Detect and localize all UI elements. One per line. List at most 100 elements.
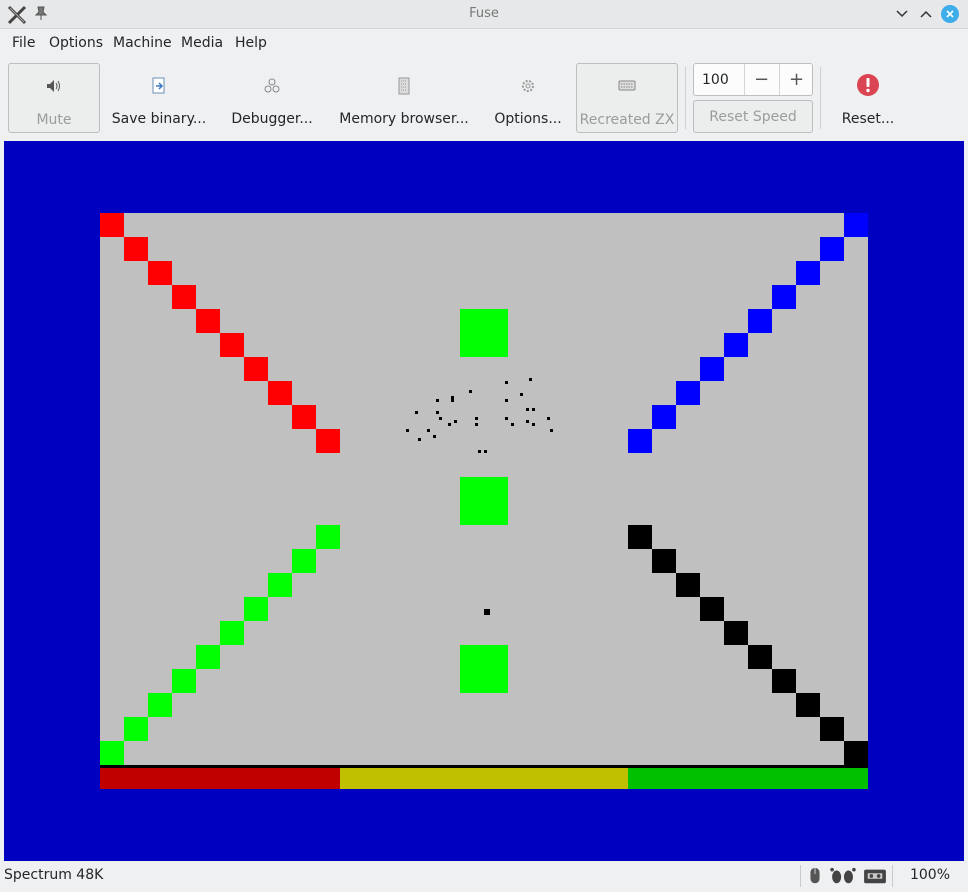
save-binary-label: Save binary... bbox=[111, 111, 207, 127]
blue-diagonal-block bbox=[844, 213, 868, 237]
particle-dot bbox=[526, 408, 529, 411]
debugger-button[interactable]: Debugger... bbox=[228, 63, 316, 133]
particle-dot bbox=[475, 417, 478, 420]
energy-bar-yellow bbox=[340, 768, 628, 789]
chevron-down-icon bbox=[896, 10, 908, 18]
particle-dot bbox=[451, 396, 454, 399]
close-button[interactable] bbox=[940, 4, 960, 24]
green-diagonal-block bbox=[268, 573, 292, 597]
green-square bbox=[460, 309, 508, 357]
mouse-icon bbox=[810, 867, 820, 884]
blue-diagonal-block bbox=[724, 333, 748, 357]
particle-dot bbox=[529, 378, 532, 381]
particle-dot bbox=[406, 429, 409, 432]
green-diagonal-block bbox=[292, 549, 316, 573]
blue-diagonal-block bbox=[676, 381, 700, 405]
particle-dot bbox=[451, 399, 454, 402]
blue-diagonal-block bbox=[652, 405, 676, 429]
toolbar: Mute Save binary... Debugger... Memory b… bbox=[0, 57, 968, 139]
gear-icon bbox=[522, 80, 534, 92]
reset-label: Reset... bbox=[841, 111, 895, 127]
particle-dot bbox=[415, 411, 418, 414]
particle-dot bbox=[484, 450, 487, 453]
green-diagonal-block bbox=[196, 645, 220, 669]
green-square bbox=[460, 645, 508, 693]
tape-icon bbox=[864, 869, 886, 884]
memory-browser-button[interactable]: Memory browser... bbox=[338, 63, 470, 133]
mute-button[interactable]: Mute bbox=[8, 63, 100, 133]
green-diagonal-block bbox=[244, 597, 268, 621]
speed-decrease-button[interactable]: − bbox=[744, 64, 778, 95]
menu-help[interactable]: Help bbox=[235, 35, 267, 51]
black-diagonal-block bbox=[844, 741, 868, 765]
memory-browser-label: Memory browser... bbox=[339, 111, 469, 127]
joystick-icon bbox=[830, 867, 856, 884]
particle-dot bbox=[511, 423, 514, 426]
red-diagonal-block bbox=[124, 237, 148, 261]
minimize-button[interactable] bbox=[892, 4, 912, 24]
black-diagonal-block bbox=[676, 573, 700, 597]
black-diagonal-block bbox=[796, 693, 820, 717]
maximize-button[interactable] bbox=[916, 4, 936, 24]
red-diagonal-block bbox=[316, 429, 340, 453]
particle-dot bbox=[469, 390, 472, 393]
menu-machine[interactable]: Machine bbox=[113, 35, 172, 51]
black-diagonal-block bbox=[724, 621, 748, 645]
blue-diagonal-block bbox=[796, 261, 820, 285]
debugger-label: Debugger... bbox=[231, 111, 313, 127]
particle-dot bbox=[526, 420, 529, 423]
particle-dot bbox=[418, 438, 421, 441]
particle-dot bbox=[505, 381, 508, 384]
green-diagonal-block bbox=[124, 717, 148, 741]
blue-diagonal-block bbox=[628, 429, 652, 453]
recreated-zx-label: Recreated ZX bbox=[579, 112, 675, 128]
speed-value[interactable]: 100 bbox=[702, 72, 729, 88]
speed-spinbox[interactable]: 100 − + bbox=[693, 63, 813, 96]
toolbar-separator bbox=[820, 67, 821, 129]
zoom-level: 100% bbox=[909, 867, 950, 883]
particle-dot bbox=[550, 429, 553, 432]
save-icon bbox=[152, 77, 165, 94]
black-diagonal-block bbox=[652, 549, 676, 573]
recreated-zx-button[interactable]: Recreated ZX bbox=[576, 63, 678, 133]
red-diagonal-block bbox=[244, 357, 268, 381]
green-diagonal-block bbox=[172, 669, 196, 693]
title-bar: Fuse bbox=[0, 0, 968, 29]
memory-icon bbox=[398, 77, 410, 95]
particle-dot bbox=[532, 423, 535, 426]
status-separator bbox=[892, 865, 893, 887]
particle-dot bbox=[436, 399, 439, 402]
keyboard-icon bbox=[618, 80, 636, 91]
window-title: Fuse bbox=[469, 6, 499, 21]
machine-name: Spectrum 48K bbox=[4, 867, 104, 883]
black-diagonal-block bbox=[628, 525, 652, 549]
black-diagonal-block bbox=[820, 717, 844, 741]
red-diagonal-block bbox=[220, 333, 244, 357]
particle-dot bbox=[439, 417, 442, 420]
green-diagonal-block bbox=[100, 741, 124, 765]
particle-dot bbox=[505, 399, 508, 402]
save-binary-button[interactable]: Save binary... bbox=[110, 63, 208, 133]
blue-diagonal-block bbox=[748, 309, 772, 333]
green-diagonal-block bbox=[316, 525, 340, 549]
menu-media[interactable]: Media bbox=[181, 35, 223, 51]
options-button[interactable]: Options... bbox=[490, 63, 566, 133]
status-separator bbox=[800, 865, 801, 887]
red-diagonal-block bbox=[148, 261, 172, 285]
reset-button[interactable]: Reset... bbox=[830, 63, 906, 133]
menu-file[interactable]: File bbox=[12, 35, 35, 51]
particle-dot bbox=[478, 450, 481, 453]
green-square bbox=[460, 477, 508, 525]
black-diagonal-block bbox=[748, 645, 772, 669]
speed-increase-button[interactable]: + bbox=[779, 64, 813, 95]
red-diagonal-block bbox=[292, 405, 316, 429]
reset-speed-button[interactable]: Reset Speed bbox=[693, 100, 813, 133]
particle-dot bbox=[505, 417, 508, 420]
debugger-icon bbox=[264, 78, 280, 93]
particle-dot bbox=[454, 420, 457, 423]
particle-dot bbox=[448, 423, 451, 426]
particle-dot bbox=[433, 435, 436, 438]
green-diagonal-block bbox=[148, 693, 172, 717]
menu-options[interactable]: Options bbox=[49, 35, 103, 51]
red-diagonal-block bbox=[268, 381, 292, 405]
